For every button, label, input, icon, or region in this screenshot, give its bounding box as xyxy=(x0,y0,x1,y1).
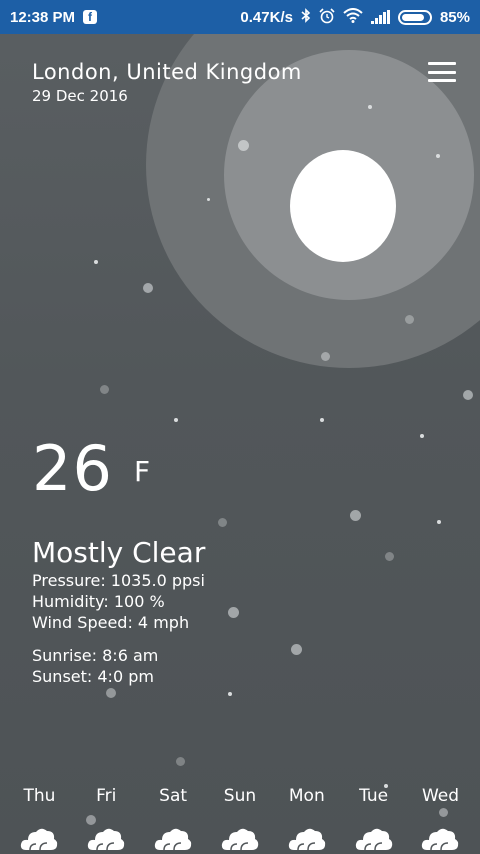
status-time: 12:38 PM xyxy=(10,8,76,26)
cloud-icon xyxy=(21,828,58,851)
forecast-day-label: Wed xyxy=(421,786,460,806)
status-bar: 12:38 PM f 0.47K/s 85% xyxy=(0,0,480,34)
sunset-label: Sunset: 4:0 pm xyxy=(32,667,154,686)
menu-line xyxy=(428,70,456,74)
location-title: London, United Kingdom xyxy=(32,60,302,84)
star xyxy=(437,520,441,524)
star xyxy=(291,644,302,655)
forecast-day-label: Sun xyxy=(223,786,257,806)
star xyxy=(174,418,178,422)
star xyxy=(420,434,424,438)
wind-speed-label: Wind Speed: 4 mph xyxy=(32,613,190,632)
cloud-icon xyxy=(88,828,125,851)
star xyxy=(385,552,394,561)
cloud-icon xyxy=(355,828,392,851)
battery-percent: 85% xyxy=(439,8,470,26)
forecast-strip: Thu Fri Sat Sun Mon Tue Wed xyxy=(0,786,480,854)
forecast-day[interactable]: Fri xyxy=(76,786,136,854)
pressure-label: Pressure: 1035.0 ppsi xyxy=(32,571,205,590)
star xyxy=(436,154,440,158)
star xyxy=(368,105,372,109)
star xyxy=(320,418,324,422)
sunrise-label: Sunrise: 8:6 am xyxy=(32,646,159,665)
star xyxy=(350,510,361,521)
star xyxy=(207,198,210,201)
condition-label: Mostly Clear xyxy=(32,536,206,569)
weather-screen: 12:38 PM f 0.47K/s 85% London, United Ki… xyxy=(0,0,480,854)
forecast-day[interactable]: Sat xyxy=(143,786,203,854)
forecast-day-label: Sat xyxy=(159,786,188,806)
temperature-value: 26 xyxy=(32,432,113,505)
star xyxy=(228,607,239,618)
forecast-day-label: Tue xyxy=(359,786,389,806)
star xyxy=(321,352,330,361)
menu-line xyxy=(428,62,456,65)
star xyxy=(405,315,414,324)
date-label: 29 Dec 2016 xyxy=(32,87,128,105)
forecast-day[interactable]: Thu xyxy=(9,786,69,854)
alarm-icon xyxy=(319,7,335,27)
star xyxy=(106,688,116,698)
bluetooth-icon xyxy=(301,8,311,26)
battery-fill xyxy=(401,13,425,21)
network-speed: 0.47K/s xyxy=(240,8,293,26)
forecast-day-label: Thu xyxy=(23,786,56,806)
status-bar-left: 12:38 PM f xyxy=(10,8,98,26)
forecast-day[interactable]: Mon xyxy=(277,786,337,854)
hamburger-menu-icon[interactable] xyxy=(428,62,456,82)
star xyxy=(228,692,232,696)
temperature-unit: F xyxy=(134,455,151,488)
signal-icon xyxy=(370,10,390,24)
forecast-day-label: Fri xyxy=(96,786,117,806)
moon-icon xyxy=(290,150,396,262)
star xyxy=(218,518,227,527)
forecast-day-label: Mon xyxy=(288,786,325,806)
star xyxy=(100,385,109,394)
star xyxy=(463,390,473,400)
cloud-icon xyxy=(221,828,259,851)
star xyxy=(176,757,185,766)
menu-line xyxy=(428,79,456,82)
battery-icon xyxy=(397,9,432,25)
forecast-day[interactable]: Wed xyxy=(410,786,470,854)
facebook-icon: f xyxy=(83,10,98,24)
star xyxy=(94,260,98,264)
forecast-day[interactable]: Sun xyxy=(210,786,270,854)
status-bar-right: 0.47K/s 85% xyxy=(240,7,470,27)
cloud-icon xyxy=(154,828,192,851)
weather-details: Pressure: 1035.0 ppsi Humidity: 100 % Wi… xyxy=(32,570,205,633)
sun-times: Sunrise: 8:6 am Sunset: 4:0 pm xyxy=(32,645,158,687)
humidity-label: Humidity: 100 % xyxy=(32,592,165,611)
cloud-icon xyxy=(422,828,459,851)
star xyxy=(238,140,249,151)
star xyxy=(143,283,153,293)
cloud-icon xyxy=(288,828,325,851)
wifi-icon xyxy=(343,8,363,26)
forecast-day[interactable]: Tue xyxy=(344,786,404,854)
